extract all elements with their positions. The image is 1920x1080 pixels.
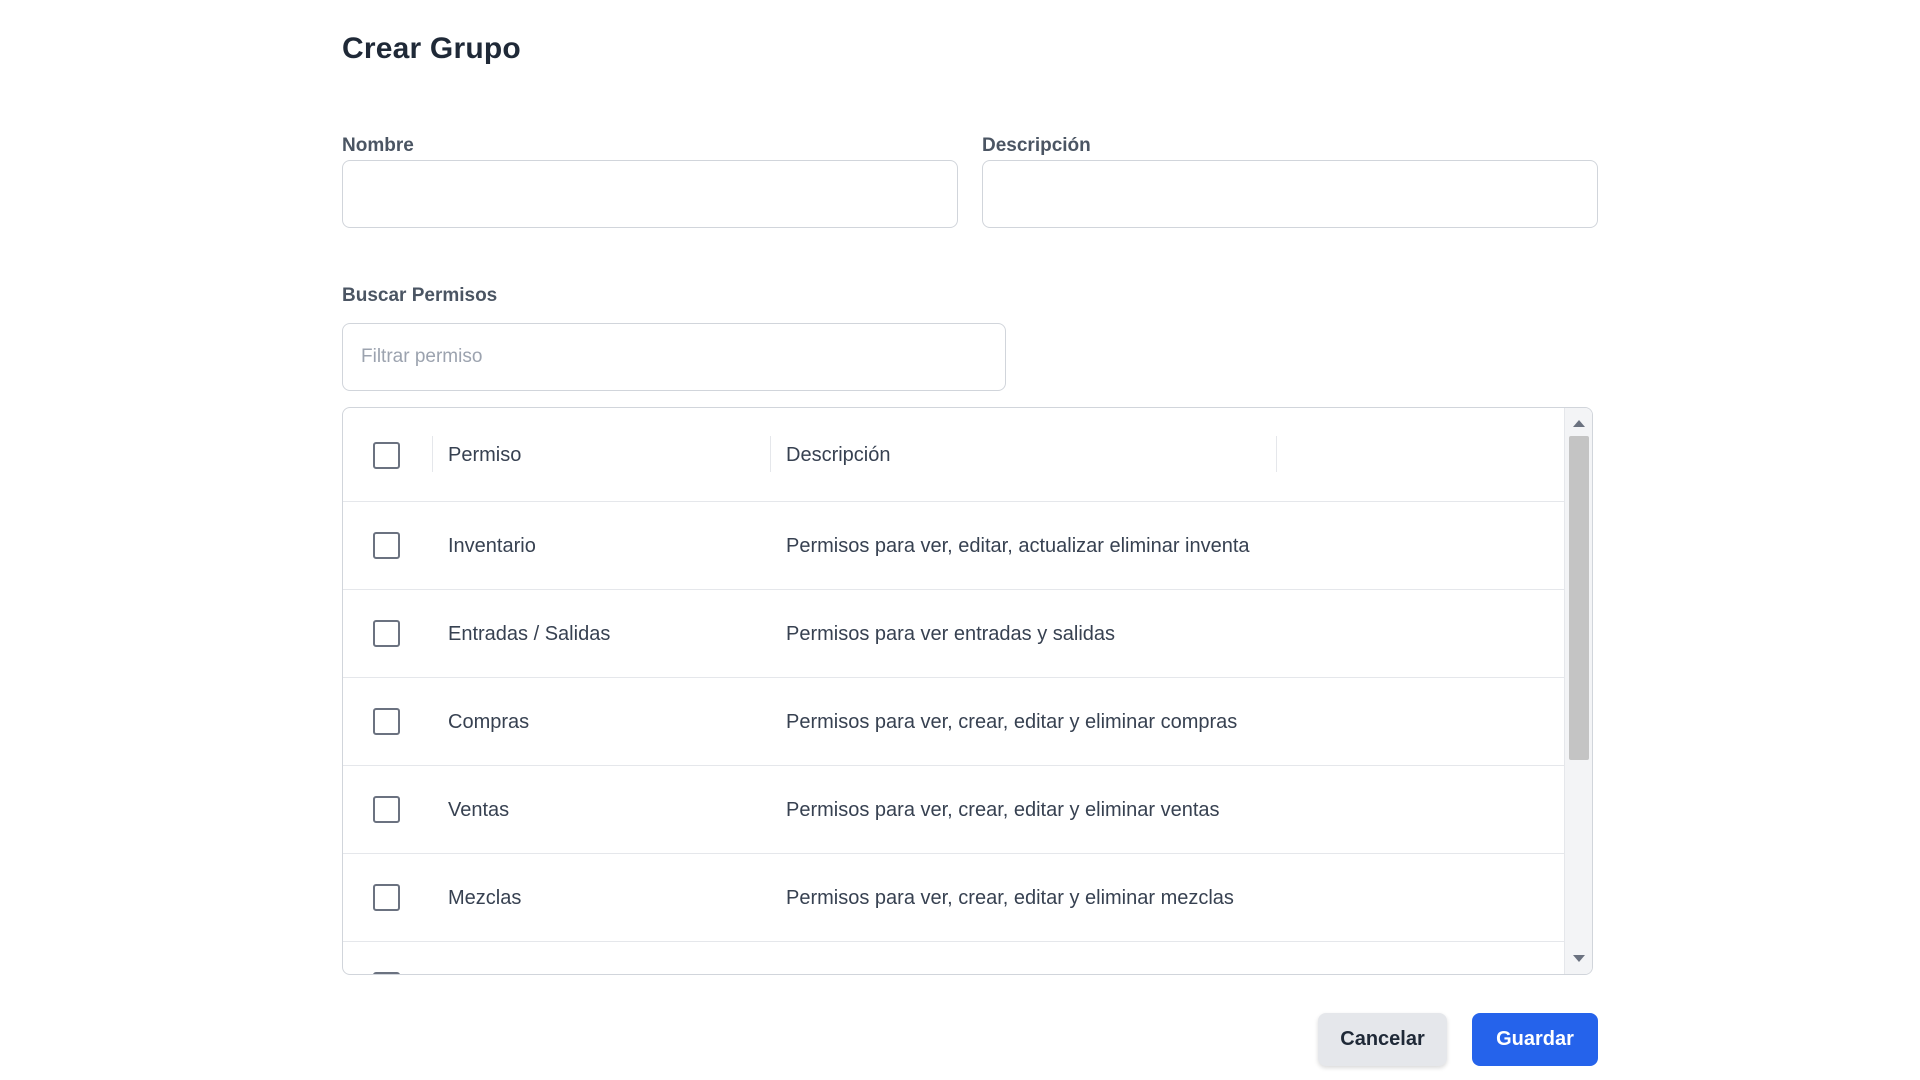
column-header-permiso[interactable]: Permiso bbox=[448, 444, 521, 467]
create-group-dialog: Crear Grupo Nombre Descripción Buscar Pe… bbox=[0, 0, 1920, 1080]
column-separator[interactable] bbox=[1276, 436, 1277, 472]
name-label: Nombre bbox=[342, 135, 414, 156]
name-input[interactable] bbox=[342, 160, 958, 228]
save-button[interactable]: Guardar bbox=[1472, 1013, 1598, 1066]
permission-name: Mezclas bbox=[448, 887, 522, 909]
scroll-thumb[interactable] bbox=[1569, 436, 1589, 760]
row-checkbox[interactable] bbox=[373, 532, 400, 559]
permission-description: Permisos para ver, crear, editar y elimi… bbox=[786, 799, 1220, 821]
row-checkbox[interactable] bbox=[373, 796, 400, 823]
table-row[interactable]: Mezclas Permisos para ver, crear, editar… bbox=[343, 854, 1564, 942]
scroll-down-icon[interactable] bbox=[1573, 955, 1585, 962]
permission-name: Entradas / Salidas bbox=[448, 623, 611, 645]
table-row[interactable] bbox=[343, 942, 1564, 974]
table-row[interactable]: Ventas Permisos para ver, crear, editar … bbox=[343, 766, 1564, 854]
permission-description: Permisos para ver, crear, editar y elimi… bbox=[786, 887, 1234, 909]
select-all-checkbox[interactable] bbox=[373, 442, 400, 469]
vertical-scrollbar[interactable] bbox=[1564, 408, 1592, 974]
table-header: Permiso Descripción bbox=[343, 408, 1564, 502]
table-row[interactable]: Inventario Permisos para ver, editar, ac… bbox=[343, 502, 1564, 590]
permissions-table-body: Permiso Descripción Inventario Permisos … bbox=[343, 408, 1564, 974]
row-checkbox[interactable] bbox=[373, 620, 400, 647]
table-row[interactable]: Entradas / Salidas Permisos para ver ent… bbox=[343, 590, 1564, 678]
permission-name: Inventario bbox=[448, 535, 536, 557]
permissions-table: Permiso Descripción Inventario Permisos … bbox=[342, 407, 1593, 975]
page-title: Crear Grupo bbox=[342, 32, 521, 65]
row-checkbox[interactable] bbox=[373, 884, 400, 911]
description-input[interactable] bbox=[982, 160, 1598, 228]
column-header-descripcion[interactable]: Descripción bbox=[786, 444, 890, 467]
description-label: Descripción bbox=[982, 135, 1091, 156]
cancel-button[interactable]: Cancelar bbox=[1318, 1013, 1447, 1066]
row-checkbox[interactable] bbox=[373, 708, 400, 735]
table-row[interactable]: Compras Permisos para ver, crear, editar… bbox=[343, 678, 1564, 766]
permission-description: Permisos para ver, editar, actualizar el… bbox=[786, 535, 1250, 557]
row-checkbox[interactable] bbox=[373, 972, 400, 974]
permission-name: Ventas bbox=[448, 799, 510, 821]
permission-name: Compras bbox=[448, 711, 530, 733]
column-separator[interactable] bbox=[432, 436, 433, 472]
column-separator[interactable] bbox=[770, 436, 771, 472]
scroll-up-icon[interactable] bbox=[1573, 420, 1585, 427]
permission-description: Permisos para ver entradas y salidas bbox=[786, 623, 1116, 645]
filter-permission-input[interactable] bbox=[342, 323, 1006, 391]
search-permissions-label: Buscar Permisos bbox=[342, 285, 498, 306]
permission-description: Permisos para ver, crear, editar y elimi… bbox=[786, 711, 1238, 733]
